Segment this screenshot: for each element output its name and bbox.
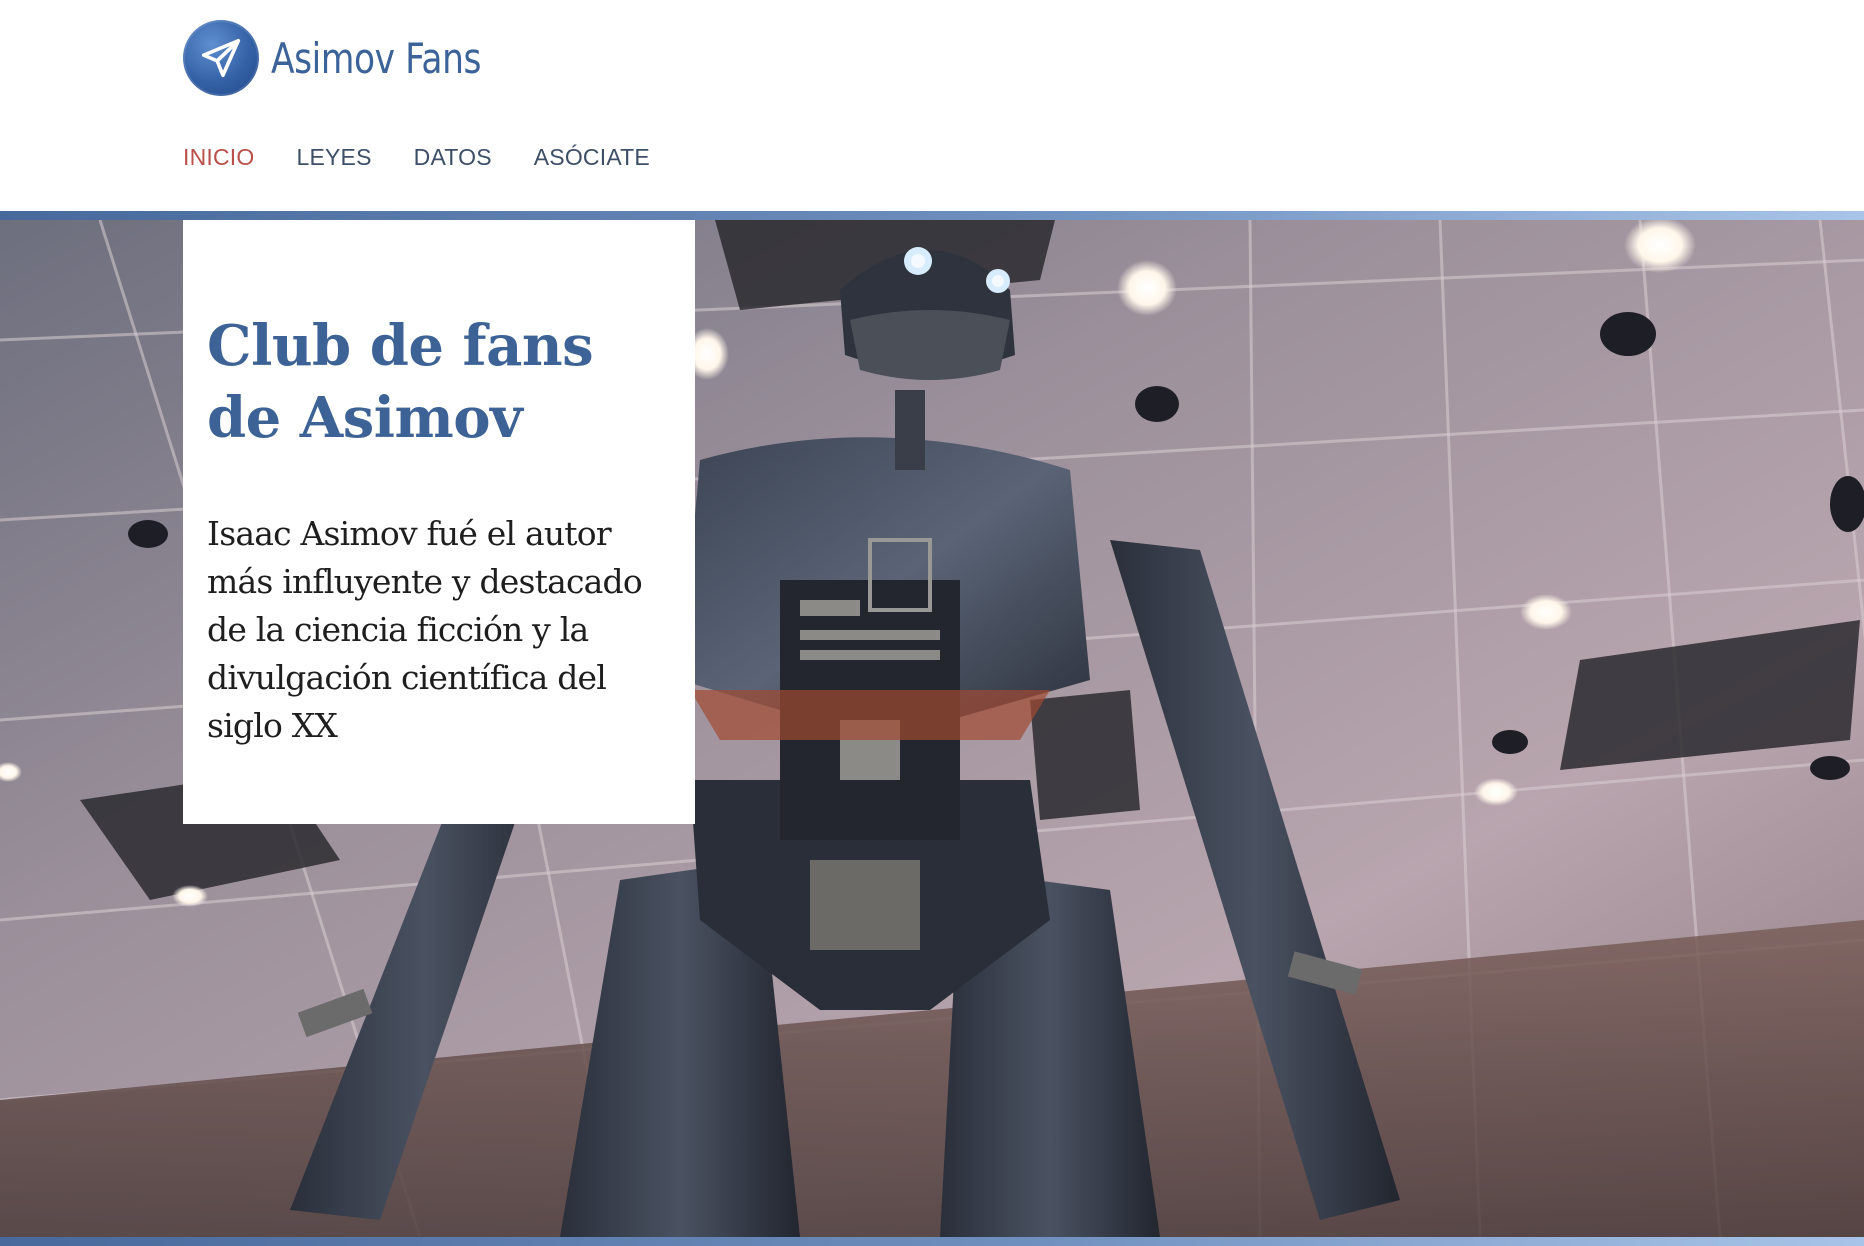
- paper-plane-icon: [183, 20, 259, 96]
- site-name: Asimov Fans: [271, 33, 482, 83]
- hero-bottom-border: [0, 1237, 1864, 1246]
- nav-item-inicio[interactable]: INICIO: [183, 144, 254, 171]
- hero-card: Club de fans de Asimov Isaac Asimov fué …: [183, 220, 695, 824]
- nav-item-asociate[interactable]: ASÓCIATE: [534, 144, 650, 171]
- nav-item-leyes[interactable]: LEYES: [296, 144, 371, 171]
- site-logo[interactable]: Asimov Fans: [183, 20, 527, 96]
- nav-item-datos[interactable]: DATOS: [414, 144, 492, 171]
- hero-top-border: [0, 211, 1864, 220]
- hero-title: Club de fans de Asimov: [207, 313, 594, 451]
- hero-description: Isaac Asimov fué el autor más influyente…: [207, 514, 643, 745]
- site-header: Asimov Fans INICIO LEYES DATOS ASÓCIATE: [0, 0, 1864, 211]
- main-nav: INICIO LEYES DATOS ASÓCIATE: [183, 144, 692, 171]
